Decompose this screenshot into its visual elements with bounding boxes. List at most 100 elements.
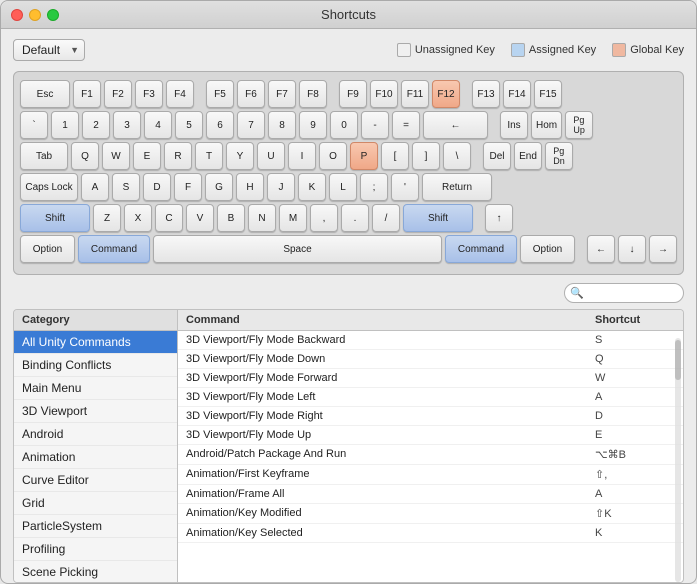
key-arrow-up[interactable]: ↑ [485, 204, 513, 232]
key-arrow-right[interactable]: → [649, 235, 677, 263]
key-n[interactable]: N [248, 204, 276, 232]
sidebar-item-animation[interactable]: Animation [14, 446, 177, 469]
key-6[interactable]: 6 [206, 111, 234, 139]
key-rbracket[interactable]: ] [412, 142, 440, 170]
key-pgup[interactable]: PgUp [565, 111, 593, 139]
key-c[interactable]: C [155, 204, 183, 232]
key-b[interactable]: B [217, 204, 245, 232]
key-f5[interactable]: F5 [206, 80, 234, 108]
key-0[interactable]: 0 [330, 111, 358, 139]
key-lbracket[interactable]: [ [381, 142, 409, 170]
key-return[interactable]: Return [422, 173, 492, 201]
sidebar-item-all-unity-commands[interactable]: All Unity Commands [14, 331, 177, 354]
table-row[interactable]: Animation/First Keyframe ⇧, [178, 465, 683, 485]
key-9[interactable]: 9 [299, 111, 327, 139]
table-row[interactable]: Animation/Key Modified ⇧K [178, 504, 683, 524]
key-v[interactable]: V [186, 204, 214, 232]
key-minus[interactable]: - [361, 111, 389, 139]
key-space[interactable]: Space [153, 235, 442, 263]
key-f11[interactable]: F11 [401, 80, 429, 108]
key-backslash[interactable]: \ [443, 142, 471, 170]
key-m[interactable]: M [279, 204, 307, 232]
key-x[interactable]: X [124, 204, 152, 232]
close-button[interactable] [11, 9, 23, 21]
sidebar-item-particlesystem[interactable]: ParticleSystem [14, 515, 177, 538]
key-8[interactable]: 8 [268, 111, 296, 139]
key-f[interactable]: F [174, 173, 202, 201]
key-f9[interactable]: F9 [339, 80, 367, 108]
table-row[interactable]: 3D Viewport/Fly Mode Left A [178, 388, 683, 407]
key-option-right[interactable]: Option [520, 235, 575, 263]
table-row[interactable]: Animation/Frame All A [178, 485, 683, 504]
maximize-button[interactable] [47, 9, 59, 21]
key-f2[interactable]: F2 [104, 80, 132, 108]
key-1[interactable]: 1 [51, 111, 79, 139]
key-h[interactable]: H [236, 173, 264, 201]
key-esc[interactable]: Esc [20, 80, 70, 108]
key-3[interactable]: 3 [113, 111, 141, 139]
key-capslock[interactable]: Caps Lock [20, 173, 78, 201]
key-i[interactable]: I [288, 142, 316, 170]
sidebar-item-main-menu[interactable]: Main Menu [14, 377, 177, 400]
key-arrow-down[interactable]: ↓ [618, 235, 646, 263]
key-j[interactable]: J [267, 173, 295, 201]
key-f13[interactable]: F13 [472, 80, 500, 108]
key-shift-right[interactable]: Shift [403, 204, 473, 232]
key-z[interactable]: Z [93, 204, 121, 232]
key-pgdn[interactable]: PgDn [545, 142, 573, 170]
key-e[interactable]: E [133, 142, 161, 170]
key-f6[interactable]: F6 [237, 80, 265, 108]
key-slash[interactable]: / [372, 204, 400, 232]
sidebar-item-android[interactable]: Android [14, 423, 177, 446]
minimize-button[interactable] [29, 9, 41, 21]
key-command-left[interactable]: Command [78, 235, 150, 263]
key-end[interactable]: End [514, 142, 542, 170]
key-f14[interactable]: F14 [503, 80, 531, 108]
sidebar-item-3d-viewport[interactable]: 3D Viewport [14, 400, 177, 423]
key-g[interactable]: G [205, 173, 233, 201]
sidebar-item-binding-conflicts[interactable]: Binding Conflicts [14, 354, 177, 377]
key-d[interactable]: D [143, 173, 171, 201]
key-quote[interactable]: ' [391, 173, 419, 201]
sidebar-item-curve-editor[interactable]: Curve Editor [14, 469, 177, 492]
table-row[interactable]: Animation/Key Selected K [178, 524, 683, 543]
key-u[interactable]: U [257, 142, 285, 170]
key-s[interactable]: S [112, 173, 140, 201]
key-delete[interactable]: Del [483, 142, 511, 170]
key-arrow-left[interactable]: ← [587, 235, 615, 263]
key-f4[interactable]: F4 [166, 80, 194, 108]
key-7[interactable]: 7 [237, 111, 265, 139]
key-y[interactable]: Y [226, 142, 254, 170]
key-f12[interactable]: F12 [432, 80, 460, 108]
table-row[interactable]: 3D Viewport/Fly Mode Forward W [178, 369, 683, 388]
sidebar-item-profiling[interactable]: Profiling [14, 538, 177, 561]
key-r[interactable]: R [164, 142, 192, 170]
key-q[interactable]: Q [71, 142, 99, 170]
key-insert[interactable]: Ins [500, 111, 528, 139]
key-home[interactable]: Hom [531, 111, 562, 139]
key-shift-left[interactable]: Shift [20, 204, 90, 232]
key-p[interactable]: P [350, 142, 378, 170]
table-row[interactable]: 3D Viewport/Fly Mode Backward S [178, 331, 683, 350]
table-row[interactable]: 3D Viewport/Fly Mode Down Q [178, 350, 683, 369]
sidebar-item-scene-picking[interactable]: Scene Picking [14, 561, 177, 583]
key-tab[interactable]: Tab [20, 142, 68, 170]
scrollbar-thumb[interactable] [675, 340, 681, 380]
key-l[interactable]: L [329, 173, 357, 201]
key-a[interactable]: A [81, 173, 109, 201]
table-row[interactable]: 3D Viewport/Fly Mode Right D [178, 407, 683, 426]
key-option-left[interactable]: Option [20, 235, 75, 263]
key-2[interactable]: 2 [82, 111, 110, 139]
table-row[interactable]: Android/Patch Package And Run ⌥⌘B [178, 445, 683, 465]
key-period[interactable]: . [341, 204, 369, 232]
key-f15[interactable]: F15 [534, 80, 562, 108]
key-5[interactable]: 5 [175, 111, 203, 139]
key-f10[interactable]: F10 [370, 80, 398, 108]
key-backtick[interactable]: ` [20, 111, 48, 139]
key-f8[interactable]: F8 [299, 80, 327, 108]
key-f3[interactable]: F3 [135, 80, 163, 108]
profile-dropdown[interactable]: Default Custom [13, 39, 85, 61]
key-f1[interactable]: F1 [73, 80, 101, 108]
table-row[interactable]: 3D Viewport/Fly Mode Up E [178, 426, 683, 445]
key-4[interactable]: 4 [144, 111, 172, 139]
